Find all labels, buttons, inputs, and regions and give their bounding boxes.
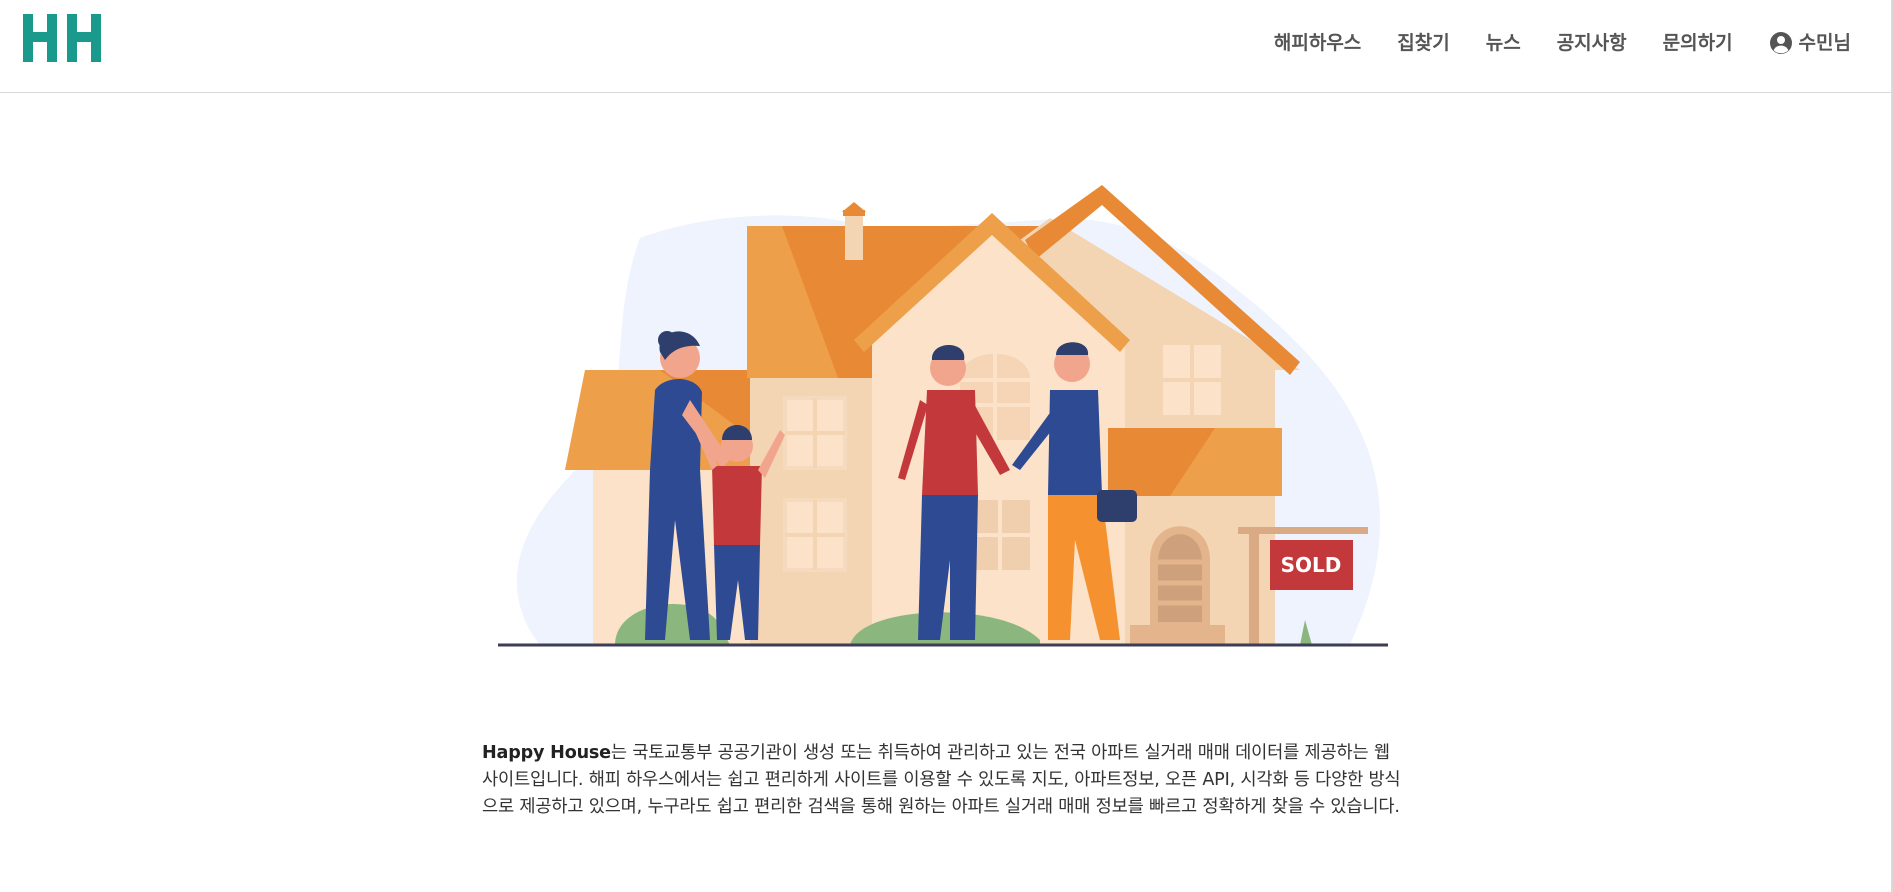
hero-illustration: SOLD [498, 185, 1388, 647]
intro-brand: Happy House [482, 742, 611, 763]
top-navbar: 해피하우스 집찾기 뉴스 공지사항 문의하기 수민님 [0, 0, 1893, 93]
user-menu[interactable]: 수민님 [1769, 27, 1851, 55]
user-name: 수민님 [1798, 31, 1851, 54]
happy-house-logo[interactable] [23, 12, 105, 64]
nav-news[interactable]: 뉴스 [1486, 28, 1521, 55]
nav-notice[interactable]: 공지사항 [1557, 28, 1627, 55]
main-nav: 해피하우스 집찾기 뉴스 공지사항 문의하기 수민님 [1274, 24, 1851, 58]
account-circle-icon [1769, 32, 1792, 54]
sold-sign-text: SOLD [1281, 553, 1342, 577]
nav-find-house[interactable]: 집찾기 [1397, 28, 1449, 55]
nav-happy-house[interactable]: 해피하우스 [1274, 28, 1361, 55]
nav-inquiry[interactable]: 문의하기 [1663, 28, 1733, 55]
intro-text: 는 국토교통부 공공기관이 생성 또는 취득하여 관리하고 있는 전국 아파트 … [482, 742, 1401, 817]
intro-paragraph: Happy House는 국토교통부 공공기관이 생성 또는 취득하여 관리하고… [482, 740, 1402, 821]
